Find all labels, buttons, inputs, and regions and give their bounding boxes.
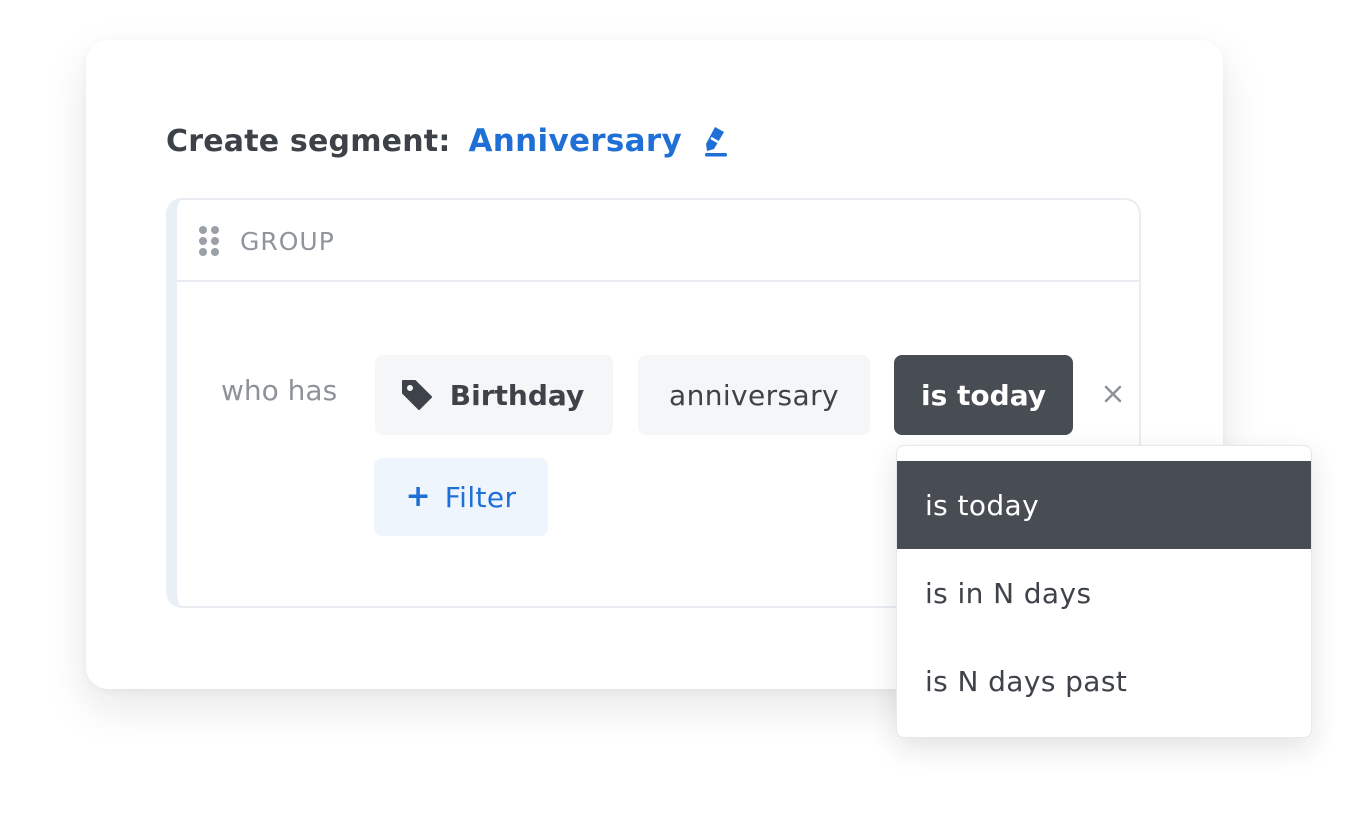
segment-name[interactable]: Anniversary — [469, 123, 682, 159]
menu-option-is-n-days-past[interactable]: is N days past — [897, 637, 1311, 725]
group-label: GROUP — [240, 227, 335, 256]
operator-label: is today — [921, 378, 1046, 412]
plus-icon: + — [405, 479, 431, 514]
field-label: Birthday — [449, 378, 585, 412]
menu-option-is-today[interactable]: is today — [897, 461, 1311, 549]
condition-prefix: who has — [221, 374, 338, 407]
field-select-birthday[interactable]: Birthday — [375, 355, 613, 435]
pencil-icon[interactable] — [702, 125, 730, 157]
close-icon[interactable] — [1101, 382, 1125, 406]
tag-icon — [400, 378, 434, 412]
drag-handle-icon[interactable] — [197, 225, 221, 257]
group-header: GROUP — [177, 200, 1139, 282]
operator-select[interactable]: is today — [894, 355, 1073, 435]
add-filter-button[interactable]: + Filter — [374, 458, 548, 536]
page-title: Create segment: Anniversary — [166, 118, 730, 164]
attribute-label: anniversary — [669, 378, 839, 412]
operator-dropdown-menu: is today is in N days is N days past — [896, 445, 1312, 738]
title-label: Create segment: — [166, 123, 451, 159]
add-filter-label: Filter — [444, 480, 517, 514]
attribute-select[interactable]: anniversary — [638, 355, 870, 435]
menu-option-is-in-n-days[interactable]: is in N days — [897, 549, 1311, 637]
